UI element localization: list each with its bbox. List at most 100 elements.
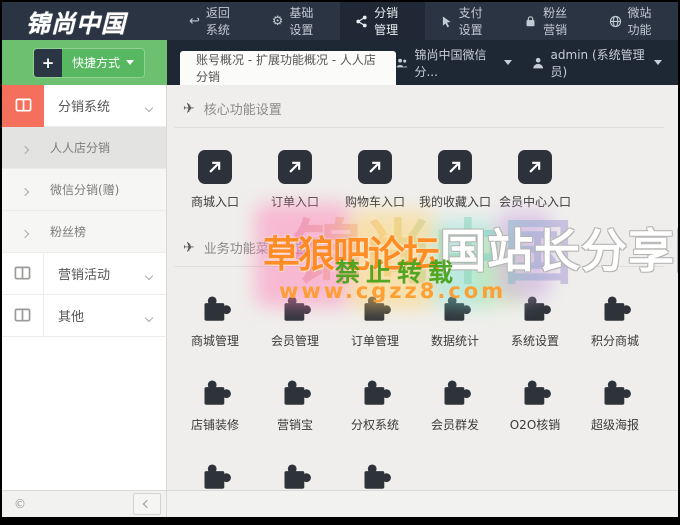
- plane-icon: ✈: [183, 239, 195, 256]
- puzzle-icon: [204, 380, 231, 405]
- nav-item-fan-marketing[interactable]: 粉丝营销: [509, 2, 593, 40]
- module-label: O2O核销: [509, 418, 561, 432]
- sidebar-collapse-button[interactable]: [133, 493, 161, 515]
- entry-member-center[interactable]: 会员中心入口: [495, 150, 575, 210]
- account-switcher-menu[interactable]: 锦尚中国微信分...: [396, 46, 513, 80]
- plus-icon[interactable]: +: [34, 48, 62, 77]
- module-points-mall[interactable]: 积分商城: [575, 289, 655, 349]
- sidebar-item-label: 人人店分销: [50, 141, 111, 155]
- entry-cart[interactable]: 购物车入口: [335, 150, 415, 210]
- tab-strip: 账号概况 - 扩展功能概况 - 人人店分销 锦尚中国微信分... admin (…: [167, 40, 678, 85]
- external-link-icon: [358, 150, 392, 184]
- section-title: 核心功能设置: [203, 103, 282, 118]
- sidebar-group-label: 营销活动: [58, 268, 111, 283]
- entry-mall[interactable]: 商城入口: [175, 150, 255, 210]
- nav-item-payment-settings[interactable]: 支付设置: [425, 2, 509, 40]
- columns-icon: [2, 294, 44, 337]
- columns-icon: [2, 252, 44, 295]
- account-switcher-label: 锦尚中国微信分...: [414, 47, 487, 79]
- module-shop-decoration[interactable]: 店铺装修: [175, 373, 255, 433]
- nav-item-basic-settings[interactable]: ⚙ 基础设置: [257, 2, 340, 40]
- sidebar-item-renrendian-distribution[interactable]: 人人店分销: [2, 127, 166, 169]
- core-entry-grid: 商城入口 订单入口 购物车入口 我的收藏入口 会员中心入口: [175, 150, 664, 234]
- module-member-management[interactable]: 会员管理: [255, 289, 335, 349]
- module-label: 会员管理: [270, 334, 319, 348]
- module-data-statistics[interactable]: 数据统计: [415, 289, 495, 349]
- sidebar-item-wechat-distribution[interactable]: 微信分销(赠): [2, 169, 166, 211]
- module-authority-system[interactable]: 分权系统: [335, 373, 415, 433]
- module-super-poster[interactable]: 超级海报: [575, 373, 655, 433]
- caret-down-icon: [504, 60, 513, 65]
- chevron-right-icon: [20, 180, 30, 199]
- quick-actions-label: 快捷方式: [72, 56, 121, 70]
- footer: ©: [2, 490, 678, 517]
- tab-label: 账号概况 - 扩展功能概况 - 人人店分销: [196, 53, 376, 84]
- globe-icon: [609, 15, 622, 28]
- chevron-left-icon: [142, 499, 152, 509]
- module-mall-management[interactable]: 商城管理: [175, 289, 255, 349]
- module-label: 店铺装修: [190, 418, 239, 432]
- footer-main-section: [167, 491, 678, 517]
- puzzle-icon: [444, 380, 471, 405]
- module-member-broadcast[interactable]: 会员群发: [415, 373, 495, 433]
- section-header-core-functions: ✈ 核心功能设置: [175, 99, 664, 128]
- module-marketing-treasure[interactable]: 营销宝: [255, 373, 335, 433]
- chevron-right-icon: [20, 222, 30, 241]
- sidebar-item-label: 粉丝榜: [50, 225, 87, 239]
- module-label: 营销宝: [276, 418, 313, 432]
- puzzle-icon: [204, 296, 231, 321]
- section-header-business-menu: ✈ 业务功能菜单设置: [175, 238, 664, 267]
- module-order-management[interactable]: 订单管理: [335, 289, 415, 349]
- user-menus: 锦尚中国微信分... admin (系统管理员): [396, 46, 678, 80]
- caret-down-icon: [126, 60, 135, 65]
- puzzle-icon: [204, 464, 231, 489]
- user-profile-menu[interactable]: admin (系统管理员): [532, 46, 662, 80]
- external-link-icon: [278, 150, 312, 184]
- nav-item-return-system[interactable]: ↩ 返回系统: [174, 2, 257, 40]
- puzzle-icon: [284, 464, 311, 489]
- gear-icon: ⚙: [271, 13, 284, 29]
- puzzle-icon: [364, 296, 391, 321]
- tab-account-overview[interactable]: 账号概况 - 扩展功能概况 - 人人店分销: [180, 51, 397, 85]
- entry-label: 购物车入口: [344, 195, 405, 209]
- secondary-bar: + 快捷方式 账号概况 - 扩展功能概况 - 人人店分销 锦尚中国微信分...: [2, 40, 678, 85]
- sidebar-group-marketing-activities[interactable]: 营销活动: [2, 252, 166, 295]
- puzzle-icon: [604, 296, 631, 321]
- share-icon: [355, 15, 368, 28]
- nav-item-label: 粉丝营销: [543, 6, 568, 37]
- quick-actions-button[interactable]: + 快捷方式: [34, 48, 145, 77]
- module-qiniu-storage[interactable]: 七牛存储: [335, 457, 415, 490]
- sidebar-group-other[interactable]: 其他: [2, 294, 166, 337]
- nav-item-microsite-features[interactable]: 微站功能: [594, 2, 678, 40]
- module-system-settings[interactable]: 系统设置: [495, 289, 575, 349]
- module-label: 商城管理: [190, 334, 239, 348]
- puzzle-icon: [604, 380, 631, 405]
- nav-item-label: 基础设置: [289, 6, 314, 37]
- nav-item-distribution-management[interactable]: 分销管理: [340, 2, 425, 40]
- module-label: 超级海报: [590, 418, 639, 432]
- module-label: 分权系统: [350, 418, 399, 432]
- module-label: 积分商城: [590, 334, 639, 348]
- module-o2o-verification[interactable]: O2O核销: [495, 373, 575, 433]
- columns-icon: [2, 84, 44, 127]
- entry-orders[interactable]: 订单入口: [255, 150, 335, 210]
- sidebar-item-fan-ranking[interactable]: 粉丝榜: [2, 211, 166, 253]
- puzzle-icon: [364, 380, 391, 405]
- external-link-icon: [438, 150, 472, 184]
- module-taobao-assistant[interactable]: 淘宝助手: [255, 457, 335, 490]
- module-distribution-settings[interactable]: 分销设置: [175, 457, 255, 490]
- section-title: 业务功能菜单设置: [203, 242, 308, 257]
- entry-favorites[interactable]: 我的收藏入口: [415, 150, 495, 210]
- puzzle-icon: [284, 380, 311, 405]
- puzzle-icon: [524, 296, 551, 321]
- brand-logo: 锦尚中国: [26, 9, 126, 38]
- caret-down-icon: [654, 60, 662, 65]
- sidebar-group-distribution-system[interactable]: 分销系统: [2, 84, 166, 127]
- copyright-symbol: ©: [14, 497, 26, 511]
- puzzle-icon: [444, 296, 471, 321]
- nav-item-label: 返回系统: [205, 6, 230, 37]
- entry-label: 会员中心入口: [498, 195, 571, 209]
- sidebar: 分销系统 人人店分销 微信分销(赠) 粉丝榜 营销活动 其他: [2, 84, 167, 490]
- nav-item-label: 微站功能: [627, 6, 652, 37]
- business-module-grid: 商城管理 会员管理 订单管理 数据统计 系统设置 积分商城 店铺装修 营销宝 分…: [175, 289, 664, 490]
